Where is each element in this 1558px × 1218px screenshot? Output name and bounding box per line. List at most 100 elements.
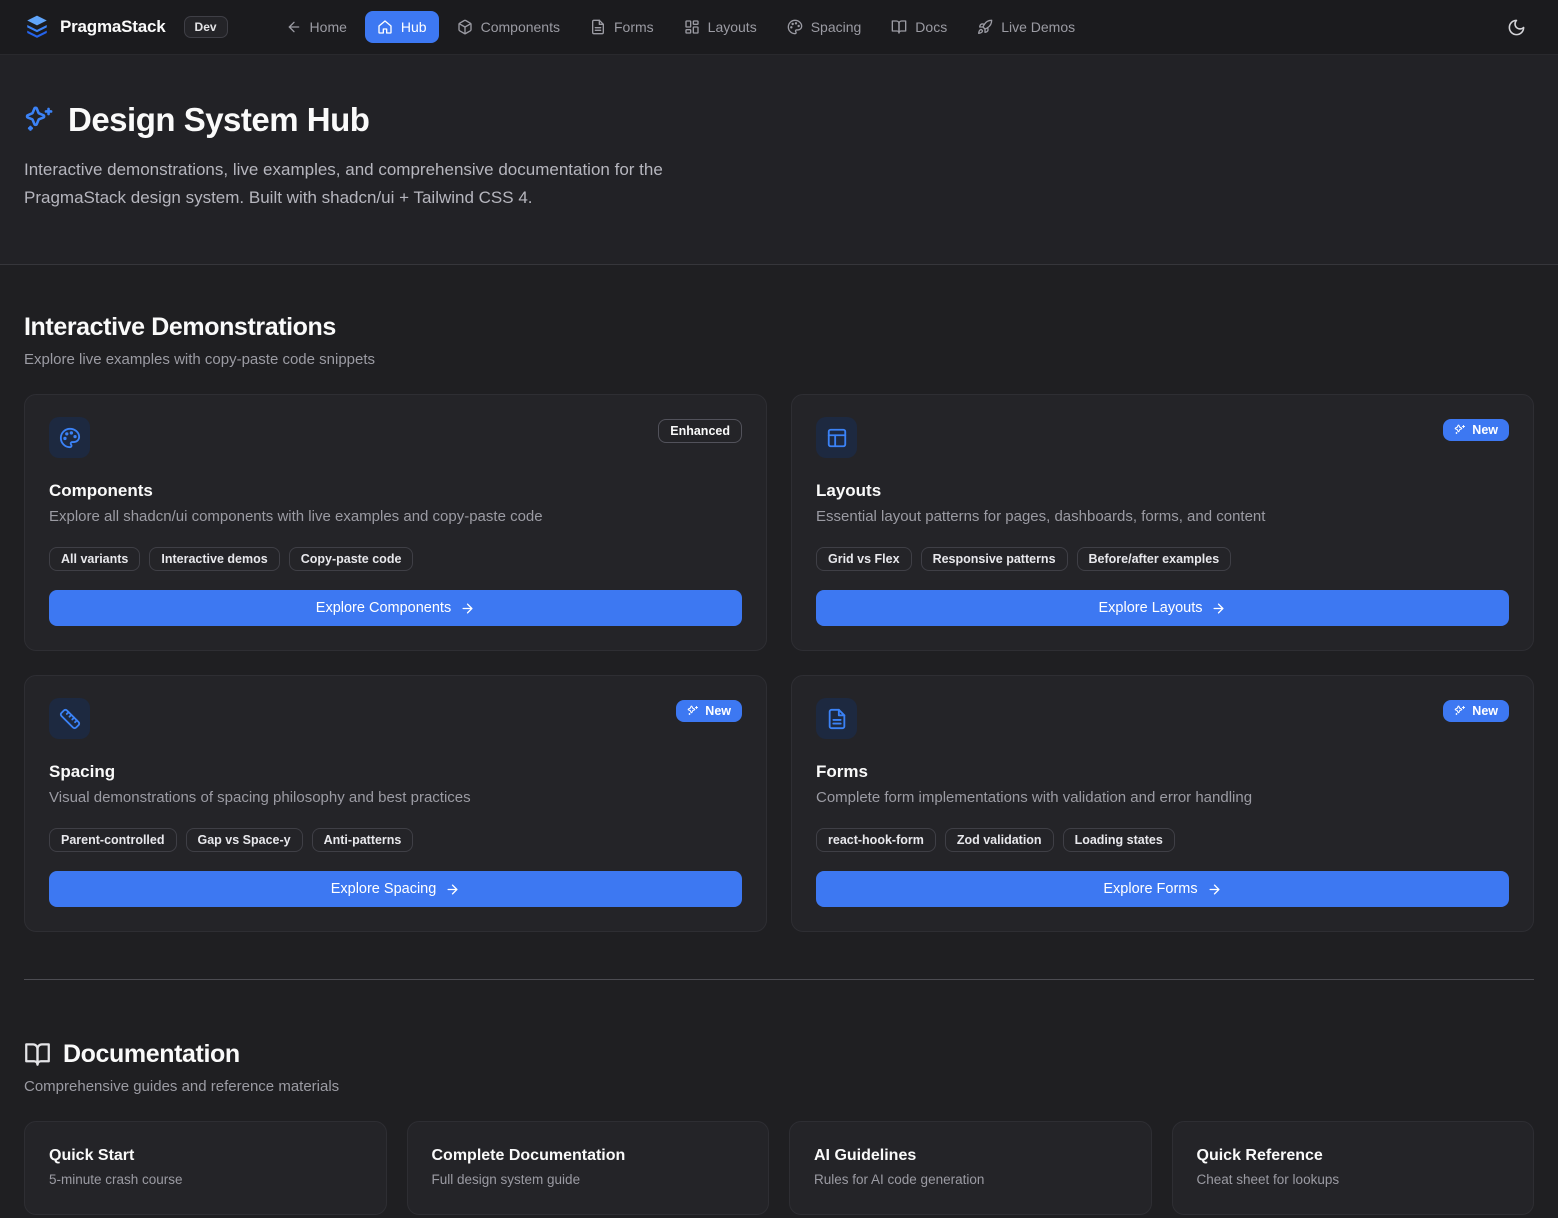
demo-card-layouts: New Layouts Essential layout patterns fo…: [791, 394, 1534, 651]
card-description: Complete form implementations with valid…: [816, 789, 1509, 806]
tag-gap-vs-space-y: Gap vs Space-y: [186, 828, 303, 852]
arrow-right-icon: [460, 601, 475, 616]
card-title: Spacing: [49, 762, 742, 782]
explore-components-button[interactable]: Explore Components: [49, 590, 742, 626]
doc-card-title: Quick Reference: [1197, 1147, 1510, 1165]
doc-card-title: Quick Start: [49, 1147, 362, 1165]
demos-subheading: Explore live examples with copy-paste co…: [24, 351, 1534, 368]
status-badge: New: [676, 700, 742, 722]
nav-item-components[interactable]: Components: [445, 11, 572, 43]
explore-forms-button[interactable]: Explore Forms: [816, 871, 1509, 907]
main-content: Interactive Demonstrations Explore live …: [0, 313, 1558, 1215]
demo-card-spacing: New Spacing Visual demonstrations of spa…: [24, 675, 767, 932]
tag-interactive-demos: Interactive demos: [149, 547, 279, 571]
home-icon: [377, 19, 393, 35]
tag-row: Parent-controlled Gap vs Space-y Anti-patt…: [49, 828, 742, 852]
arrow-right-icon: [1207, 882, 1222, 897]
tag-row: react-hook-form Zod validation Loading sta…: [816, 828, 1509, 852]
layers-logo-icon: [24, 14, 50, 40]
doc-card-subtitle: 5-minute crash course: [49, 1172, 362, 1187]
panels-top-icon: [826, 427, 848, 449]
tag-copy-paste-code: Copy-paste code: [289, 547, 414, 571]
card-icon-tile: [49, 698, 90, 739]
nav-item-layouts[interactable]: Layouts: [672, 11, 769, 43]
nav-item-live-demos[interactable]: Live Demos: [965, 11, 1087, 43]
sparkles-icon: [24, 105, 55, 136]
palette-icon: [59, 427, 81, 449]
section-divider: [24, 979, 1534, 980]
nav-item-hub[interactable]: Hub: [365, 11, 439, 43]
page-title: Design System Hub: [68, 101, 369, 139]
tag-react-hook-form: react-hook-form: [816, 828, 936, 852]
tag-row: All variants Interactive demos Copy-paste …: [49, 547, 742, 571]
tag-row: Grid vs Flex Responsive patterns Before/af…: [816, 547, 1509, 571]
hero-section: Design System Hub Interactive demonstrat…: [0, 55, 1558, 265]
nav-item-forms[interactable]: Forms: [578, 11, 666, 43]
tag-anti-patterns: Anti-patterns: [312, 828, 414, 852]
palette-icon: [787, 19, 803, 35]
card-title: Forms: [816, 762, 1509, 782]
file-text-icon: [590, 19, 606, 35]
demos-section-header: Interactive Demonstrations Explore live …: [24, 313, 1534, 368]
moon-icon: [1507, 18, 1526, 37]
arrow-right-icon: [1211, 601, 1226, 616]
sparkles-icon: [1454, 705, 1466, 717]
doc-card-subtitle: Full design system guide: [432, 1172, 745, 1187]
brand-name: PragmaStack: [60, 17, 166, 37]
status-badge: New: [1443, 419, 1509, 441]
card-title: Layouts: [816, 481, 1509, 501]
doc-card-title: AI Guidelines: [814, 1147, 1127, 1165]
brand[interactable]: PragmaStack Dev: [24, 14, 228, 40]
layout-dashboard-icon: [684, 19, 700, 35]
book-open-icon: [891, 19, 907, 35]
doc-card-subtitle: Cheat sheet for lookups: [1197, 1172, 1510, 1187]
book-open-icon: [24, 1041, 51, 1068]
tag-parent-controlled: Parent-controlled: [49, 828, 177, 852]
doc-card-quick-reference[interactable]: Quick Reference Cheat sheet for lookups: [1172, 1121, 1535, 1215]
tag-grid-vs-flex: Grid vs Flex: [816, 547, 912, 571]
tag-all-variants: All variants: [49, 547, 140, 571]
doc-card-grid: Quick Start 5-minute crash course Comple…: [24, 1121, 1534, 1215]
card-description: Visual demonstrations of spacing philoso…: [49, 789, 742, 806]
nav-menu: Home Hub Components Forms Layouts Spacin…: [274, 11, 1088, 43]
tag-responsive-patterns: Responsive patterns: [921, 547, 1068, 571]
tag-loading-states: Loading states: [1063, 828, 1175, 852]
nav-item-docs[interactable]: Docs: [879, 11, 959, 43]
sparkles-icon: [1454, 424, 1466, 436]
arrow-right-icon: [445, 882, 460, 897]
arrow-left-icon: [286, 19, 302, 35]
nav-item-spacing[interactable]: Spacing: [775, 11, 874, 43]
explore-layouts-button[interactable]: Explore Layouts: [816, 590, 1509, 626]
env-badge: Dev: [184, 16, 228, 38]
file-text-icon: [826, 708, 848, 730]
status-badge: New: [1443, 700, 1509, 722]
card-description: Essential layout patterns for pages, das…: [816, 508, 1509, 525]
theme-toggle-button[interactable]: [1499, 10, 1534, 45]
demo-card-grid: Enhanced Components Explore all shadcn/u…: [24, 394, 1534, 932]
demos-heading: Interactive Demonstrations: [24, 313, 1534, 342]
card-title: Components: [49, 481, 742, 501]
tag-zod-validation: Zod validation: [945, 828, 1054, 852]
doc-card-complete-documentation[interactable]: Complete Documentation Full design syste…: [407, 1121, 770, 1215]
docs-section-header: Documentation Comprehensive guides and r…: [24, 1040, 1534, 1095]
demo-card-forms: New Forms Complete form implementations …: [791, 675, 1534, 932]
page-subtitle: Interactive demonstrations, live example…: [24, 156, 769, 212]
sparkles-icon: [687, 705, 699, 717]
card-description: Explore all shadcn/ui components with li…: [49, 508, 742, 525]
doc-card-subtitle: Rules for AI code generation: [814, 1172, 1127, 1187]
package-icon: [457, 19, 473, 35]
doc-card-quick-start[interactable]: Quick Start 5-minute crash course: [24, 1121, 387, 1215]
rocket-icon: [977, 19, 993, 35]
card-icon-tile: [816, 417, 857, 458]
demo-card-components: Enhanced Components Explore all shadcn/u…: [24, 394, 767, 651]
status-badge: Enhanced: [658, 419, 742, 443]
explore-spacing-button[interactable]: Explore Spacing: [49, 871, 742, 907]
doc-card-title: Complete Documentation: [432, 1147, 745, 1165]
docs-heading: Documentation: [63, 1040, 240, 1069]
tag-before-after-examples: Before/after examples: [1077, 547, 1232, 571]
card-icon-tile: [49, 417, 90, 458]
nav-item-home[interactable]: Home: [274, 11, 359, 43]
doc-card-ai-guidelines[interactable]: AI Guidelines Rules for AI code generati…: [789, 1121, 1152, 1215]
navbar: PragmaStack Dev Home Hub Components Form…: [0, 0, 1558, 55]
ruler-icon: [59, 708, 81, 730]
